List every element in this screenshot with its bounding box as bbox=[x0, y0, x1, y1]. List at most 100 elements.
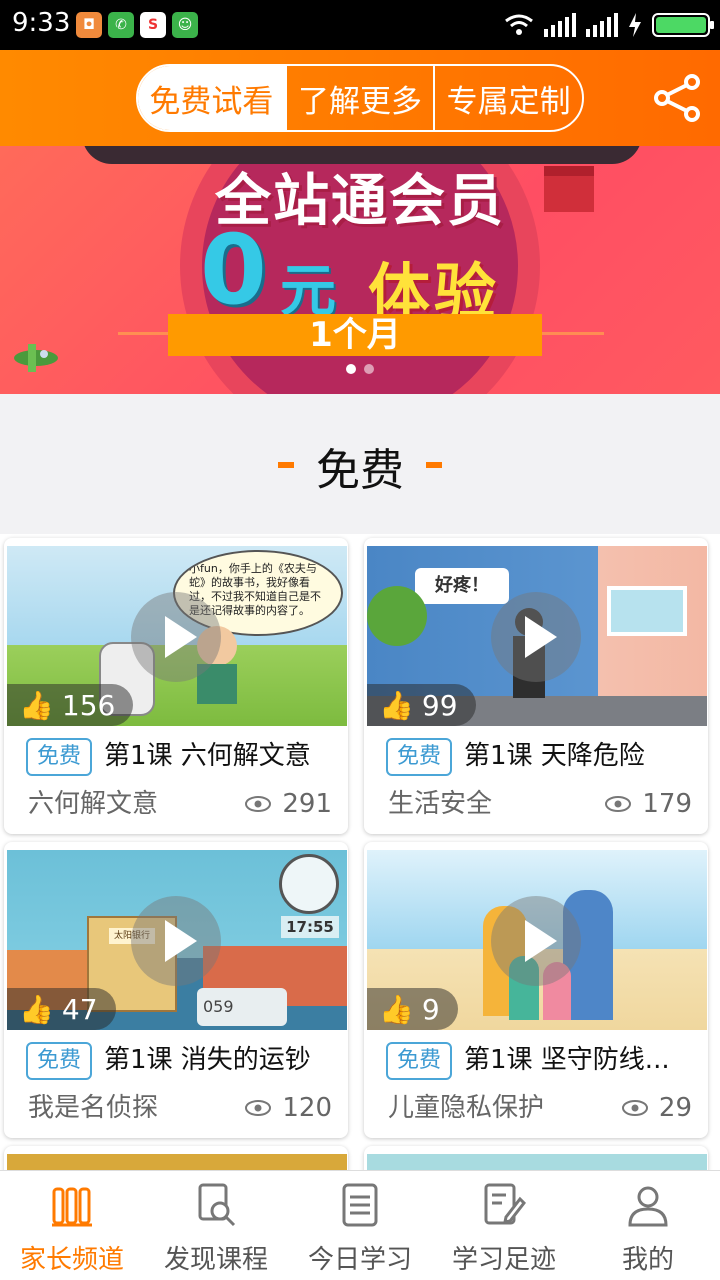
nav-label: 家长频道 bbox=[19, 1245, 124, 1275]
wifi-icon bbox=[505, 14, 533, 35]
course-title: 第1课 六何解文意 bbox=[104, 741, 311, 771]
course-card[interactable]: 17:55 太阳银行 059 👍 47 免费 第1课 消失的运钞 我是名侦探 12… bbox=[4, 842, 348, 1138]
view-count: 120 bbox=[244, 1088, 332, 1128]
nav-label: 发现课程 bbox=[163, 1245, 268, 1275]
section-title: 免费 bbox=[316, 445, 404, 496]
thumbs-up-icon: 👍 bbox=[19, 992, 54, 1026]
robot-notification-icon: ☺ bbox=[172, 12, 198, 38]
course-category: 我是名侦探 bbox=[28, 1093, 159, 1123]
free-tag: 免费 bbox=[26, 738, 92, 776]
nav-item-today-study[interactable]: 今日学习 bbox=[288, 1171, 432, 1280]
notebook-icon bbox=[342, 1183, 378, 1227]
banner-pagination bbox=[346, 364, 374, 374]
eye-icon bbox=[605, 796, 632, 812]
banner-dot-1[interactable] bbox=[346, 364, 356, 374]
thumbs-up-icon: 👍 bbox=[19, 688, 54, 722]
view-count: 179 bbox=[604, 784, 692, 824]
status-bar: 9:33 ◘ ✆ S ☺ bbox=[0, 0, 720, 50]
airplane-icon bbox=[14, 344, 58, 372]
play-icon[interactable] bbox=[131, 592, 221, 682]
nav-item-profile[interactable]: 我的 bbox=[576, 1171, 720, 1280]
books-icon bbox=[52, 1187, 92, 1227]
nav-label: 学习足迹 bbox=[451, 1245, 556, 1275]
system-icons bbox=[504, 10, 714, 40]
battery-icon bbox=[652, 13, 714, 37]
status-time: 9:33 bbox=[12, 8, 71, 38]
course-thumbnail bbox=[7, 1154, 347, 1170]
tab-free-trial[interactable]: 免费试看 bbox=[138, 66, 285, 130]
course-title: 第1课 消失的运钞 bbox=[104, 1045, 311, 1075]
course-thumbnail: 小fun，你手上的《农夫与蛇》的故事书，我好像看过，不过我不知道自己是不是还记得… bbox=[7, 546, 347, 726]
van-plate: 059 bbox=[197, 988, 287, 1026]
nav-item-parent-channel[interactable]: 家长频道 bbox=[0, 1171, 144, 1280]
free-section-header: 免费 bbox=[0, 394, 720, 534]
course-thumbnail: 好疼！ 👍 99 bbox=[367, 546, 707, 726]
course-thumbnail: 👍 9 bbox=[367, 850, 707, 1030]
play-icon[interactable] bbox=[491, 896, 581, 986]
tab-learn-more[interactable]: 了解更多 bbox=[284, 66, 434, 130]
view-count-value: 291 bbox=[282, 789, 332, 819]
course-card-partial[interactable] bbox=[4, 1146, 348, 1170]
bottom-navigation: 家长频道 发现课程 今日学习 学习足迹 我的 bbox=[0, 1170, 720, 1280]
sogou-notification-icon: S bbox=[140, 12, 166, 38]
charging-icon bbox=[629, 13, 641, 37]
course-category: 生活安全 bbox=[388, 789, 493, 819]
like-count: 99 bbox=[421, 688, 458, 722]
like-count: 156 bbox=[61, 688, 116, 722]
section-dash-right bbox=[426, 462, 442, 468]
course-thumbnail: 17:55 太阳银行 059 👍 47 bbox=[7, 850, 347, 1030]
app-notification-icon: ◘ bbox=[76, 12, 102, 38]
nav-label: 我的 bbox=[621, 1245, 674, 1275]
speech-bubble: 好疼！ bbox=[415, 568, 509, 604]
free-tag: 免费 bbox=[386, 1042, 452, 1080]
like-count-badge: 👍 156 bbox=[7, 684, 134, 726]
view-count-value: 29 bbox=[658, 1093, 692, 1123]
nav-label: 今日学习 bbox=[307, 1245, 412, 1275]
view-count-value: 179 bbox=[642, 789, 692, 819]
nav-item-discover-courses[interactable]: 发现课程 bbox=[144, 1171, 288, 1280]
thumbs-up-icon: 👍 bbox=[379, 992, 414, 1026]
like-count: 47 bbox=[61, 992, 98, 1026]
play-icon[interactable] bbox=[491, 592, 581, 682]
edit-doc-icon bbox=[484, 1183, 526, 1225]
course-card-partial[interactable] bbox=[364, 1146, 708, 1170]
play-icon[interactable] bbox=[131, 896, 221, 986]
search-doc-icon bbox=[198, 1183, 236, 1227]
course-thumbnail bbox=[367, 1154, 707, 1170]
phone-notification-icon: ✆ bbox=[108, 12, 134, 38]
nav-item-study-footprint[interactable]: 学习足迹 bbox=[432, 1171, 576, 1280]
course-title: 第1课 天降危险 bbox=[464, 741, 645, 771]
view-count: 291 bbox=[244, 784, 332, 824]
person-icon bbox=[628, 1186, 668, 1227]
view-count: 29 bbox=[621, 1088, 692, 1128]
tab-custom[interactable]: 专属定制 bbox=[433, 66, 582, 130]
like-count: 9 bbox=[421, 992, 440, 1026]
eye-icon bbox=[245, 796, 272, 812]
course-card[interactable]: 小fun，你手上的《农夫与蛇》的故事书，我好像看过，不过我不知道自己是不是还记得… bbox=[4, 538, 348, 834]
course-grid: 小fun，你手上的《农夫与蛇》的故事书，我好像看过，不过我不知道自己是不是还记得… bbox=[0, 534, 720, 1170]
course-card[interactable]: 好疼！ 👍 99 免费 第1课 天降危险 生活安全 179 bbox=[364, 538, 708, 834]
view-count-value: 120 bbox=[282, 1093, 332, 1123]
banner-price-zero: 0 bbox=[200, 214, 267, 326]
like-count-badge: 👍 9 bbox=[367, 988, 458, 1030]
promo-banner[interactable]: 全站通会员 0 元 体验 1个月 bbox=[0, 146, 720, 394]
clock-icon bbox=[279, 854, 339, 914]
eye-icon bbox=[621, 1100, 648, 1116]
banner-dot-2[interactable] bbox=[364, 364, 374, 374]
course-card[interactable]: 👍 9 免费 第1课 坚守防线... 儿童隐私保护 29 bbox=[364, 842, 708, 1138]
free-tag: 免费 bbox=[26, 1042, 92, 1080]
top-header: 免费试看 了解更多 专属定制 bbox=[0, 50, 720, 146]
signal-icon-2 bbox=[586, 13, 618, 37]
banner-duration: 1个月 bbox=[168, 314, 542, 356]
tree-decoration bbox=[367, 586, 427, 646]
like-count-badge: 👍 47 bbox=[7, 988, 116, 1030]
free-tag: 免费 bbox=[386, 738, 452, 776]
thumbs-up-icon: 👍 bbox=[379, 688, 414, 722]
window-decoration bbox=[607, 586, 687, 636]
like-count-badge: 👍 99 bbox=[367, 684, 476, 726]
segmented-tabs: 免费试看 了解更多 专属定制 bbox=[136, 64, 584, 132]
banner-title: 全站通会员 bbox=[215, 169, 505, 234]
signal-icon bbox=[544, 13, 576, 37]
course-category: 儿童隐私保护 bbox=[388, 1093, 545, 1123]
share-icon[interactable] bbox=[652, 72, 704, 124]
